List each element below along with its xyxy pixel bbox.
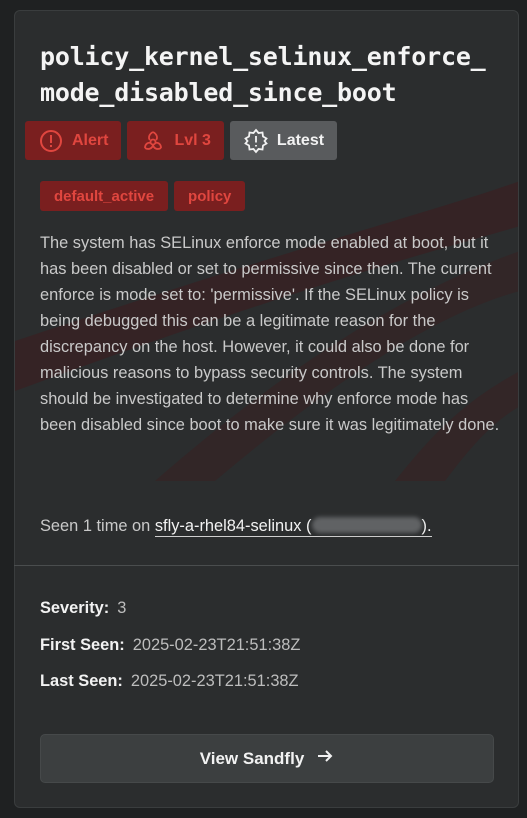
alert-title: policy_kernel_selinux_enforce_mode_disab…: [40, 42, 486, 107]
last-seen-value: 2025-02-23T21:51:38Z: [130, 672, 299, 690]
arrow-right-icon: [316, 747, 334, 770]
first-seen-row: First Seen: 2025-02-23T21:51:38Z: [40, 636, 300, 655]
tag-policy[interactable]: policy: [174, 181, 246, 211]
alert-description: The system has SELinux enforce mode enab…: [40, 234, 500, 434]
severity-label: Severity:: [40, 599, 110, 617]
first-seen-label: First Seen:: [40, 636, 125, 654]
last-seen-label: Last Seen:: [40, 672, 123, 690]
latest-badge: Latest: [229, 121, 338, 160]
view-sandfly-label: View Sandfly: [199, 748, 305, 768]
host-link[interactable]: sfly-a-rhel84-selinux ().: [154, 517, 432, 537]
alert-circle-icon: [38, 128, 64, 154]
level-badge-label: Lvl 3: [174, 131, 211, 149]
alert-badge: Alert: [25, 121, 122, 160]
severity-row: Severity: 3: [40, 599, 126, 618]
redacted-ip: [311, 517, 422, 533]
badge-row: Alert Lvl 3 Latest: [25, 121, 338, 160]
first-seen-value: 2025-02-23T21:51:38Z: [132, 636, 301, 654]
last-seen-row: Last Seen: 2025-02-23T21:51:38Z: [40, 672, 299, 691]
seen-line: Seen 1 time on sfly-a-rhel84-selinux ().: [40, 513, 510, 539]
biohazard-icon: [140, 128, 166, 154]
seen-prefix: Seen 1 time on: [40, 517, 151, 535]
gear-alert-icon: [243, 128, 269, 154]
latest-badge-label: Latest: [276, 131, 325, 149]
severity-value: 3: [117, 599, 127, 617]
tag-default-active[interactable]: default_active: [40, 181, 169, 211]
host-name: sfly-a-rhel84-selinux (: [154, 517, 312, 535]
tag-row: default_active policy: [40, 181, 246, 211]
view-sandfly-button[interactable]: View Sandfly: [40, 734, 494, 783]
divider: [14, 565, 519, 566]
alert-badge-label: Alert: [72, 131, 109, 149]
level-badge: Lvl 3: [127, 121, 224, 160]
host-suffix: ).: [421, 517, 432, 535]
